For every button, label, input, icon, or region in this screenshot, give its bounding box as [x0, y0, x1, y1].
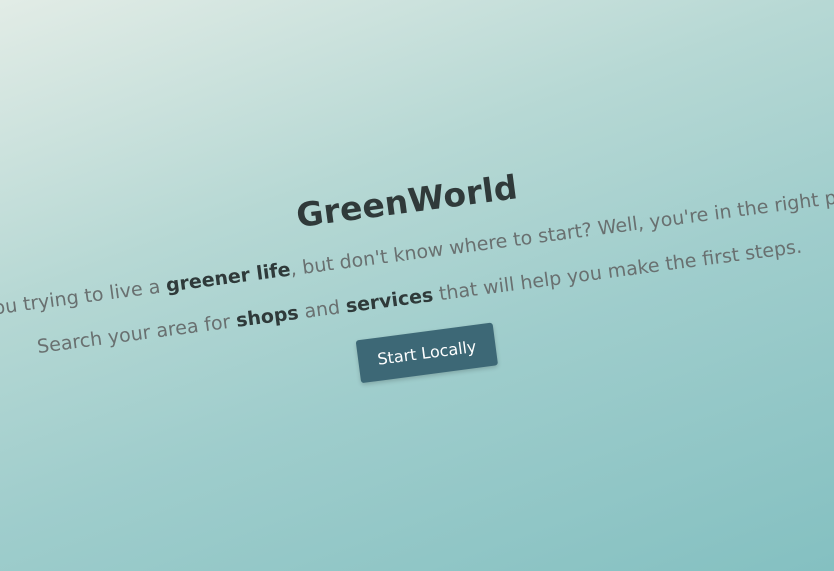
start-locally-button[interactable]: Start Locally [355, 322, 498, 384]
intro-highlight-greener-life: greener life [164, 258, 292, 297]
page: GreenWorld Are you trying to live a gree… [0, 0, 834, 571]
search-text-start: Search your area for [35, 310, 238, 359]
intro-text-start: Are you trying to live a [0, 275, 162, 326]
hero-section: GreenWorld Are you trying to live a gree… [0, 117, 834, 440]
search-highlight-shops: shops [234, 301, 300, 332]
search-highlight-services: services [344, 284, 435, 318]
search-text-middle: and [297, 295, 348, 324]
